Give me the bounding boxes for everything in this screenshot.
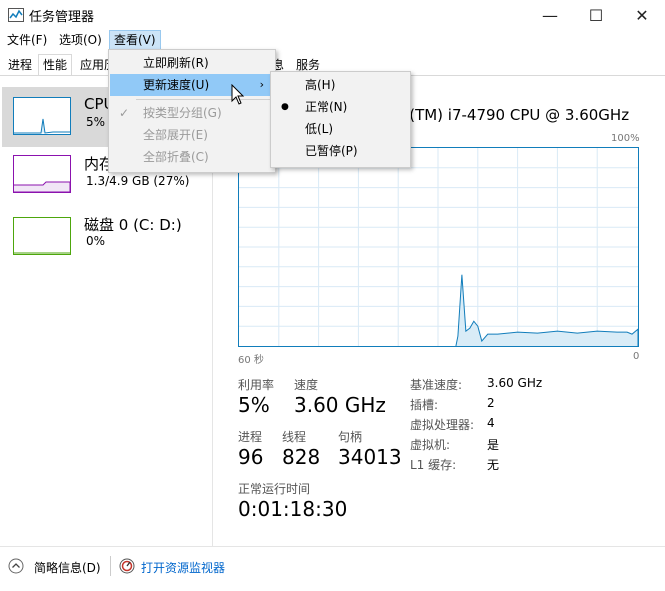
menu-item-collapse-all[interactable]: 全部折叠(C)	[110, 146, 274, 168]
tab-performance[interactable]: 性能	[38, 54, 73, 76]
sockets-label: 插槽:	[410, 398, 439, 412]
uptime-label: 正常运行时间	[238, 482, 311, 496]
speed-option-normal[interactable]: ● 正常(N)	[272, 96, 409, 118]
mouse-cursor-icon	[231, 84, 245, 105]
menu-item-group-by-type[interactable]: ✓ 按类型分组(G)	[110, 102, 274, 124]
chevron-right-icon: ›	[259, 78, 264, 91]
cpu-usage-graph	[238, 147, 639, 347]
handles-label: 句柄	[338, 430, 363, 444]
speed-option-low-label: 低(L)	[305, 122, 334, 136]
disk-thumbnail	[13, 217, 71, 255]
sidebar-item-disk-value: 0%	[86, 234, 106, 248]
speed-option-high-label: 高(H)	[305, 78, 336, 92]
footer-separator	[110, 556, 111, 576]
menu-item-update-speed[interactable]: 更新速度(U) ›	[110, 74, 274, 96]
maximize-button[interactable]: ☐	[573, 0, 619, 30]
speed-option-low[interactable]: 低(L)	[272, 118, 409, 140]
menu-view[interactable]: 查看(V)	[109, 30, 161, 50]
sidebar-item-cpu-value: 5%	[86, 115, 106, 129]
graph-max-label: 100%	[611, 133, 640, 144]
sidebar-item-disk-title: 磁盘 0 (C: D:)	[84, 216, 182, 234]
virtual-machine-label: 虚拟机:	[410, 438, 451, 452]
resource-monitor-icon	[119, 558, 135, 574]
base-speed-value: 3.60 GHz	[487, 376, 543, 390]
menu-item-expand-all-label: 全部展开(E)	[143, 128, 208, 142]
speed-value: 3.60 GHz	[294, 393, 386, 417]
update-speed-submenu: 高(H) ● 正常(N) 低(L) 已暂停(P)	[270, 71, 411, 168]
l1-cache-label: L1 缓存:	[410, 458, 457, 472]
base-speed-label: 基准速度:	[410, 378, 463, 392]
processes-label: 进程	[238, 430, 263, 444]
virtual-processors-value: 4	[487, 416, 495, 430]
menu-item-expand-all[interactable]: 全部展开(E)	[110, 124, 274, 146]
open-resource-monitor-link[interactable]: 打开资源监视器	[141, 559, 225, 576]
footer-divider	[0, 546, 665, 547]
checkmark-icon: ✓	[119, 106, 130, 120]
menu-item-collapse-all-label: 全部折叠(C)	[143, 150, 209, 164]
tab-processes[interactable]: 进程	[4, 55, 36, 75]
menu-options[interactable]: 选项(O)	[55, 30, 106, 50]
chevron-up-icon[interactable]	[8, 558, 24, 574]
menu-file[interactable]: 文件(F)	[3, 30, 51, 50]
menu-item-refresh-now[interactable]: 立即刷新(R)	[110, 52, 274, 74]
processes-value: 96	[238, 445, 264, 469]
menu-item-group-by-type-label: 按类型分组(G)	[143, 106, 222, 120]
task-manager-icon	[8, 8, 24, 22]
menu-item-refresh-now-label: 立即刷新(R)	[143, 56, 209, 70]
virtual-machine-value: 是	[487, 438, 500, 452]
speed-option-high[interactable]: 高(H)	[272, 74, 409, 96]
cpu-thumbnail	[13, 97, 71, 135]
close-button[interactable]: ✕	[619, 0, 665, 30]
sockets-value: 2	[487, 396, 495, 410]
menu-item-update-speed-label: 更新速度(U)	[143, 78, 210, 92]
fewer-details-button[interactable]: 简略信息(D)	[34, 559, 101, 576]
threads-value: 828	[282, 445, 321, 469]
sidebar-item-disk[interactable]: 磁盘 0 (C: D:) 0%	[2, 207, 210, 267]
speed-option-paused-label: 已暂停(P)	[305, 144, 358, 158]
speed-option-paused[interactable]: 已暂停(P)	[272, 140, 409, 162]
view-menu-dropdown: 立即刷新(R) 更新速度(U) › ✓ 按类型分组(G) 全部展开(E) 全部折…	[108, 49, 276, 173]
graph-axis-left: 60 秒	[238, 355, 264, 366]
utilization-label: 利用率	[238, 378, 275, 392]
speed-label: 速度	[294, 378, 319, 392]
menu-separator	[136, 99, 272, 100]
sidebar-item-memory-value: 1.3/4.9 GB (27%)	[86, 174, 190, 188]
radio-bullet-icon: ●	[281, 102, 289, 112]
minimize-button[interactable]: —	[527, 0, 573, 30]
window-title: 任务管理器	[29, 10, 95, 25]
utilization-value: 5%	[238, 393, 270, 417]
memory-thumbnail	[13, 155, 71, 193]
graph-axis-right: 0	[633, 351, 640, 362]
speed-option-normal-label: 正常(N)	[305, 100, 348, 114]
cpu-model-name: e(TM) i7-4790 CPU @ 3.60GHz	[400, 106, 630, 124]
threads-label: 线程	[282, 430, 307, 444]
uptime-value: 0:01:18:30	[238, 497, 348, 521]
virtual-processors-label: 虚拟处理器:	[410, 418, 475, 432]
handles-value: 34013	[338, 445, 402, 469]
l1-cache-value: 无	[487, 458, 500, 472]
